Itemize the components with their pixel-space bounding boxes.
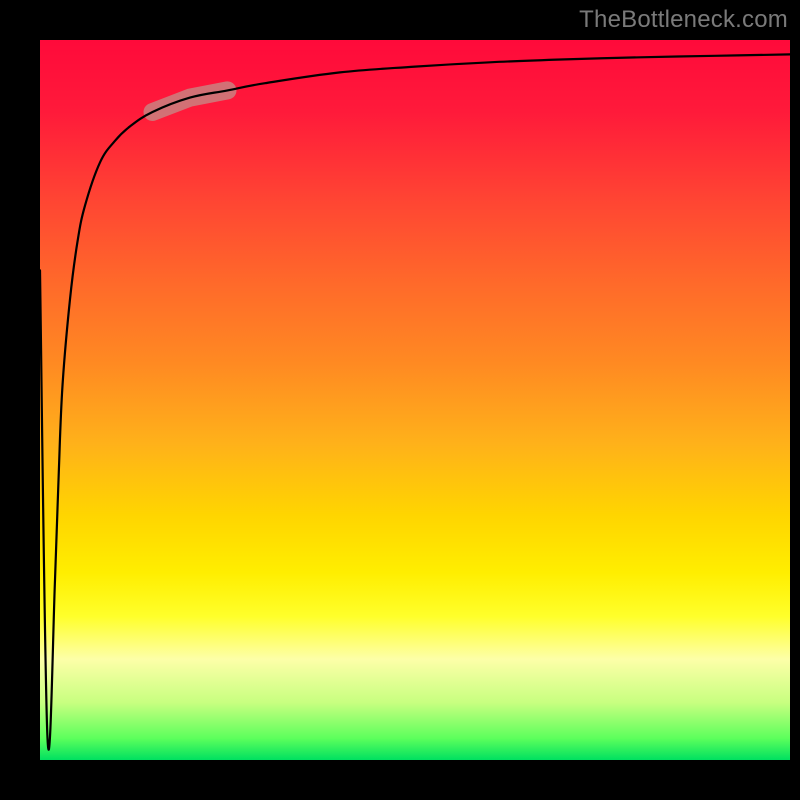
bottleneck-curve (40, 54, 790, 749)
watermark-text: TheBottleneck.com (579, 6, 788, 34)
plot-area (40, 40, 790, 760)
chart-frame: TheBottleneck.com (0, 0, 800, 800)
curve-svg (40, 40, 790, 760)
highlight-segment (153, 90, 228, 112)
